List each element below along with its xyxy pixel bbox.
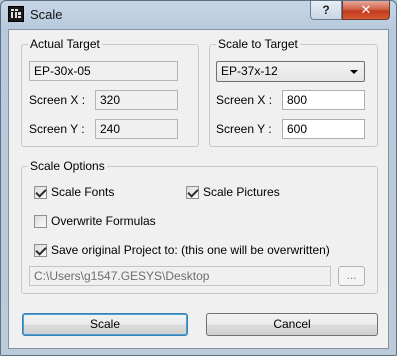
save-original-checkbox[interactable]: Save original Project to: (this one will… bbox=[34, 243, 330, 257]
scale-fonts-checkbox[interactable]: Scale Fonts bbox=[34, 185, 114, 199]
close-icon: ✕ bbox=[360, 2, 372, 17]
chevron-down-icon bbox=[350, 70, 358, 74]
checkbox-checked-icon bbox=[186, 185, 199, 199]
cancel-button[interactable]: Cancel bbox=[206, 313, 378, 336]
browse-button[interactable]: ... bbox=[338, 266, 365, 286]
actual-screen-y-field: 240 bbox=[95, 119, 178, 139]
cancel-button-label: Cancel bbox=[273, 317, 311, 331]
scale-options-legend: Scale Options bbox=[28, 159, 107, 173]
help-button[interactable]: ? bbox=[310, 1, 342, 20]
actual-screen-x-field: 320 bbox=[95, 90, 178, 110]
target-select-value: EP-37x-12 bbox=[221, 64, 278, 78]
target-screen-x-input[interactable] bbox=[282, 90, 365, 110]
target-screen-y-input[interactable] bbox=[282, 119, 365, 139]
actual-target-legend: Actual Target bbox=[28, 37, 102, 51]
scale-button[interactable]: Scale bbox=[22, 313, 188, 336]
scale-fonts-label: Scale Fonts bbox=[51, 185, 115, 199]
scale-pictures-label: Scale Pictures bbox=[203, 185, 280, 199]
overwrite-formulas-checkbox[interactable]: Overwrite Formulas bbox=[34, 214, 156, 228]
scale-to-target-legend: Scale to Target bbox=[216, 37, 300, 51]
target-screen-x-label: Screen X : bbox=[216, 93, 273, 107]
title-bar[interactable]: Scale ? ✕ bbox=[1, 1, 396, 28]
window-title: Scale bbox=[30, 7, 63, 22]
close-button[interactable]: ✕ bbox=[342, 1, 390, 20]
save-original-label: Save original Project to: (this one will… bbox=[51, 243, 330, 257]
checkbox-checked-icon bbox=[34, 243, 47, 257]
checkbox-unchecked-icon bbox=[34, 214, 47, 228]
help-icon: ? bbox=[322, 3, 330, 17]
save-path-field: C:\Users\g1547.GESYS\Desktop bbox=[29, 266, 331, 286]
scale-button-label: Scale bbox=[89, 317, 121, 331]
actual-target-name-field: EP-30x-05 bbox=[29, 61, 178, 81]
app-icon bbox=[8, 6, 24, 22]
target-select[interactable]: EP-37x-12 bbox=[216, 61, 365, 82]
actual-screen-x-label: Screen X : bbox=[29, 93, 86, 107]
overwrite-formulas-label: Overwrite Formulas bbox=[51, 214, 156, 228]
dialog-client-area: Actual Target EP-30x-05 Screen X : 320 S… bbox=[8, 29, 389, 349]
scale-pictures-checkbox[interactable]: Scale Pictures bbox=[186, 185, 280, 199]
checkbox-checked-icon bbox=[34, 185, 47, 199]
target-screen-y-label: Screen Y : bbox=[216, 122, 272, 136]
actual-screen-y-label: Screen Y : bbox=[29, 122, 85, 136]
scale-dialog-window: Scale ? ✕ Actual Target EP-30x-05 Screen… bbox=[0, 0, 397, 356]
